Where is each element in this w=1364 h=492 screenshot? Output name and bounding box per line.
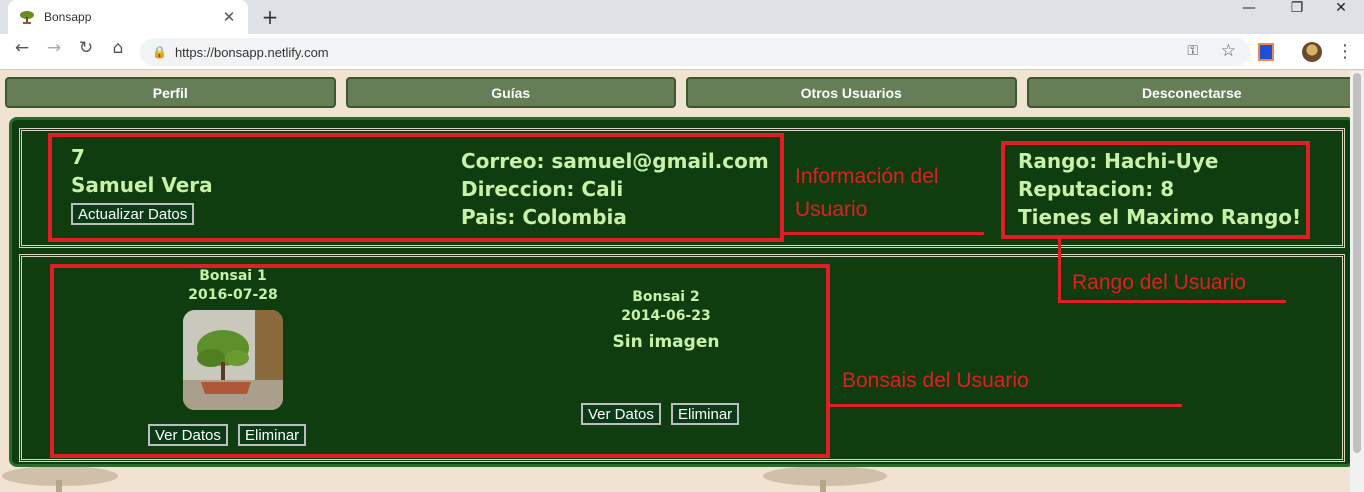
bonsais-annotation: Bonsais del Usuario — [842, 369, 1029, 392]
tab-title: Bonsapp — [44, 10, 92, 24]
browser-toolbar: ← → ↻ ⌂ 🔒 https://bonsapp.netlify.com ⚿ … — [0, 34, 1364, 70]
bonsais-highlight-box — [50, 264, 830, 458]
main-nav: Perfil Guías Otros Usuarios Desconectars… — [5, 77, 1357, 108]
rank-highlight-box — [1001, 141, 1310, 239]
profile-avatar[interactable] — [1302, 42, 1322, 62]
minimize-button[interactable]: — — [1226, 0, 1272, 30]
browser-tab[interactable]: Bonsapp ✕ — [8, 0, 248, 34]
page-scrollbar[interactable] — [1350, 71, 1364, 492]
maximize-button[interactable]: ❐ — [1274, 0, 1320, 30]
bonsais-pointer-line — [830, 404, 1182, 407]
user-info-highlight-box — [48, 133, 784, 242]
home-icon[interactable]: ⌂ — [104, 38, 132, 66]
rank-annotation: Rango del Usuario — [1072, 271, 1246, 294]
close-window-button[interactable]: ✕ — [1318, 0, 1364, 30]
browser-menu-icon[interactable]: ⋮ — [1336, 38, 1354, 66]
nav-otros-usuarios-button[interactable]: Otros Usuarios — [686, 77, 1017, 108]
user-info-annotation-line1: Información del — [795, 165, 939, 188]
scrollbar-thumb[interactable] — [1353, 73, 1361, 453]
nav-guias-button[interactable]: Guías — [345, 77, 676, 108]
extension-icon[interactable] — [1258, 43, 1274, 61]
user-info-annotation-line2: Usuario — [795, 198, 868, 221]
back-arrow-icon[interactable]: ← — [8, 38, 36, 66]
forward-arrow-icon[interactable]: → — [40, 38, 68, 66]
key-icon[interactable]: ⚿ — [1187, 43, 1198, 59]
rank-pointer-vline — [1058, 239, 1061, 303]
tab-close-icon[interactable]: ✕ — [220, 8, 238, 26]
rank-pointer-line — [1058, 300, 1286, 303]
address-bar[interactable]: 🔒 https://bonsapp.netlify.com ⚿ ☆ — [140, 38, 1250, 66]
page-content: Perfil Guías Otros Usuarios Desconectars… — [0, 71, 1364, 492]
bonsai-favicon-icon — [18, 8, 36, 26]
reload-icon[interactable]: ↻ — [72, 38, 100, 66]
new-tab-button[interactable]: + — [259, 4, 281, 30]
user-info-pointer-line — [784, 232, 984, 235]
url-text: https://bonsapp.netlify.com — [174, 44, 329, 60]
bookmark-star-icon[interactable]: ☆ — [1221, 41, 1236, 61]
browser-tab-bar: Bonsapp ✕ + — ❐ ✕ — [0, 0, 1364, 34]
nav-desconectarse-button[interactable]: Desconectarse — [1026, 77, 1357, 108]
lock-icon: 🔒 — [152, 45, 167, 59]
nav-perfil-button[interactable]: Perfil — [5, 77, 336, 108]
